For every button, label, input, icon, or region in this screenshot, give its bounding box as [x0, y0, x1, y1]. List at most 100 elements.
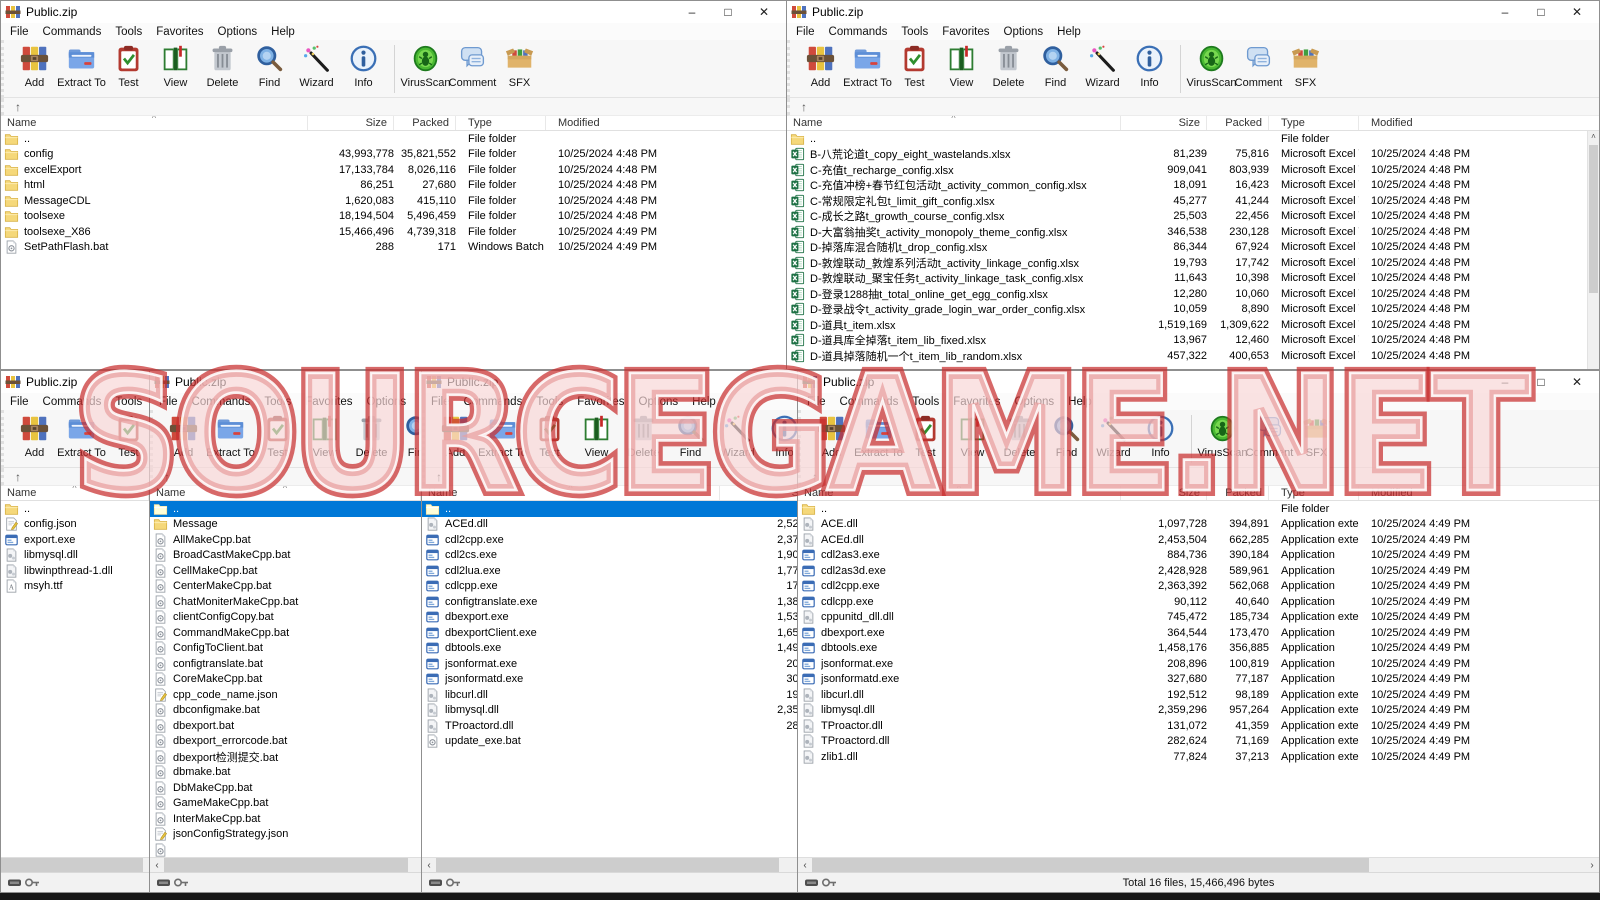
find-button[interactable]: Find	[667, 412, 714, 459]
file-row[interactable]: cdl2cpp.exe2,379,77	[422, 532, 797, 548]
up-directory-row[interactable]: ↑	[422, 468, 797, 486]
scrollbar-track[interactable]	[812, 858, 1585, 873]
file-row[interactable]: D-道具t_item.xlsx1,519,1691,309,622Microso…	[787, 317, 1599, 333]
menu-help[interactable]: Help	[685, 396, 723, 408]
test-button[interactable]: Test	[105, 42, 152, 89]
wizard-button[interactable]: Wizard	[1079, 42, 1126, 89]
column-header-name[interactable]: Name^	[150, 486, 421, 500]
file-row[interactable]: dbexport检测提交.bat	[150, 749, 421, 765]
column-header-packed[interactable]: Packed	[394, 116, 456, 130]
menu-file[interactable]: File	[3, 396, 36, 408]
menu-help[interactable]: Help	[264, 26, 302, 38]
sfx-button[interactable]: SFX	[1293, 412, 1340, 459]
file-row[interactable]: dbconfigmake.bat	[150, 703, 421, 719]
menu-favorites[interactable]: Favorites	[935, 26, 996, 38]
info-button[interactable]: Info	[761, 412, 797, 459]
file-row[interactable]: C-充值t_recharge_config.xlsx909,041803,939…	[787, 162, 1599, 178]
sfx-button[interactable]: SFX	[1282, 42, 1329, 89]
info-button[interactable]: Info	[1137, 412, 1184, 459]
find-button[interactable]: Find	[1032, 42, 1079, 89]
virusscan-button[interactable]: VirusScan	[1188, 42, 1235, 89]
file-row[interactable]: GameMakeCpp.bat	[150, 796, 421, 812]
delete-button[interactable]: Delete	[348, 412, 395, 459]
file-row[interactable]: jsonConfigStrategy.json	[150, 827, 421, 843]
file-row[interactable]: ACEd.dll2,453,504662,285Application exte…	[798, 532, 1599, 548]
column-header-name[interactable]: Name^	[1, 486, 149, 500]
extract-button[interactable]: Extract To	[855, 412, 902, 459]
add-button[interactable]: Add	[11, 42, 58, 89]
file-row[interactable]: configtranslate.exe1,385,47	[422, 594, 797, 610]
extract-button[interactable]: Extract To	[58, 42, 105, 89]
file-row[interactable]: ..File folder	[798, 501, 1599, 517]
file-row[interactable]: zlib1.dll77,82437,213Application extens.…	[798, 749, 1599, 765]
column-header-modified[interactable]: Modified	[1359, 116, 1599, 130]
file-row[interactable]: dbexport.bat	[150, 718, 421, 734]
menu-file[interactable]: File	[3, 26, 36, 38]
scroll-right-arrow[interactable]: ›	[1585, 860, 1599, 871]
menu-commands[interactable]: Commands	[36, 396, 109, 408]
find-button[interactable]: Find	[395, 412, 421, 459]
file-row[interactable]: D-大富翁抽奖t_activity_monopoly_theme_config.…	[787, 224, 1599, 240]
file-row[interactable]: config43,993,77835,821,552File folder10/…	[1, 147, 786, 163]
titlebar[interactable]: Public.zip	[422, 371, 797, 393]
extract-button[interactable]: Extract To	[58, 412, 105, 459]
file-row[interactable]: html86,25127,680File folder10/25/2024 4:…	[1, 178, 786, 194]
file-row[interactable]: ChatMoniterMakeCpp.bat	[150, 594, 421, 610]
column-header-name[interactable]: Name^	[798, 486, 1121, 500]
file-row[interactable]: libcurl.dll192,51298,189Application exte…	[798, 687, 1599, 703]
file-row[interactable]: ACEd.dll2,529,28	[422, 517, 797, 533]
file-row[interactable]: excelExport17,133,7848,026,116File folde…	[1, 162, 786, 178]
file-row[interactable]: cdl2cs.exe1,905,15	[422, 548, 797, 564]
file-row[interactable]: TProactord.dll282,62471,169Application e…	[798, 734, 1599, 750]
file-row[interactable]: D-道具库全掉落t_item_lib_fixed.xlsx13,96712,46…	[787, 333, 1599, 349]
file-row[interactable]: dbexport.exe364,544173,470Application10/…	[798, 625, 1599, 641]
scrollbar-track[interactable]	[1, 858, 149, 873]
find-button[interactable]: Find	[1043, 412, 1090, 459]
file-row[interactable]: cdlcpp.exe174,08	[422, 579, 797, 595]
add-button[interactable]: Add	[160, 412, 207, 459]
menu-options[interactable]: Options	[1008, 396, 1062, 408]
file-row[interactable]: cdl2lua.exe1,777,66	[422, 563, 797, 579]
file-row[interactable]: CommandMakeCpp.bat	[150, 625, 421, 641]
delete-button[interactable]: Delete	[985, 42, 1032, 89]
menu-options[interactable]: Options	[997, 26, 1051, 38]
menu-tools[interactable]: Tools	[108, 396, 149, 408]
view-button[interactable]: View	[301, 412, 348, 459]
file-row[interactable]: libwinpthread-1.dll	[1, 563, 149, 579]
file-row[interactable]: D-敦煌联动_敦煌系列活动t_activity_linkage_config.x…	[787, 255, 1599, 271]
file-row[interactable]: MessageCDL1,620,083415,110File folder10/…	[1, 193, 786, 209]
scrollbar-track[interactable]	[164, 858, 421, 873]
file-row[interactable]: clientConfigCopy.bat	[150, 610, 421, 626]
file-row[interactable]: jsonformatd.exe308,22	[422, 672, 797, 688]
menu-options[interactable]: Options	[211, 26, 265, 38]
file-row[interactable]: libmysql.dll2,359,296957,264Application …	[798, 703, 1599, 719]
horizontal-scrollbar[interactable]: ‹	[422, 857, 797, 872]
info-button[interactable]: Info	[1126, 42, 1173, 89]
view-button[interactable]: View	[938, 42, 985, 89]
menu-help[interactable]: Help	[1050, 26, 1088, 38]
find-button[interactable]: Find	[246, 42, 293, 89]
scrollbar-thumb[interactable]	[1, 858, 143, 873]
wizard-button[interactable]: Wizard	[1090, 412, 1137, 459]
file-row[interactable]: AllMakeCpp.bat	[150, 532, 421, 548]
file-row[interactable]: jsonformat.exe208,89	[422, 656, 797, 672]
file-row[interactable]: TProactor.dll131,07241,359Application ex…	[798, 718, 1599, 734]
column-header-type[interactable]: Type	[1269, 486, 1359, 500]
menu-tools[interactable]: Tools	[905, 396, 946, 408]
column-header-name[interactable]: Name^	[422, 486, 720, 500]
file-row[interactable]: toolsexe_X8615,466,4964,739,318File fold…	[1, 224, 786, 240]
comment-button[interactable]: Comment	[1235, 42, 1282, 89]
file-row[interactable]: InterMakeCpp.bat	[150, 811, 421, 827]
delete-button[interactable]: Delete	[199, 42, 246, 89]
column-header-packed[interactable]: Packed	[1207, 486, 1269, 500]
menu-commands[interactable]: Commands	[457, 396, 530, 408]
test-button[interactable]: Test	[254, 412, 301, 459]
column-header-type[interactable]: Type	[1269, 116, 1359, 130]
file-row[interactable]: dbexportClient.exe1,658,88	[422, 625, 797, 641]
file-row[interactable]	[150, 842, 421, 857]
menu-help[interactable]: Help	[413, 396, 421, 408]
column-header-size[interactable]: Size	[308, 116, 394, 130]
virusscan-button[interactable]: VirusScan	[1199, 412, 1246, 459]
file-row[interactable]: ConfigToClient.bat	[150, 641, 421, 657]
menu-commands[interactable]: Commands	[36, 26, 109, 38]
